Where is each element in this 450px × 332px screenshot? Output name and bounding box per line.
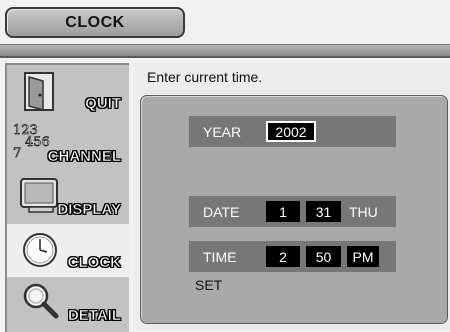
sidebar-menu: QUIT 123 456 7 CHANNEL DISPLAY CLOCK DET… [5, 63, 129, 332]
sidebar-item-channel[interactable]: 123 456 7 CHANNEL [7, 118, 129, 171]
year-row: YEAR 2002 [189, 116, 396, 147]
sidebar-item-display[interactable]: DISPLAY [7, 171, 129, 224]
clock-icon [23, 233, 57, 267]
sidebar-item-clock[interactable]: CLOCK [7, 224, 129, 277]
svg-text:456: 456 [25, 135, 50, 150]
sidebar-item-quit[interactable]: QUIT [7, 65, 129, 118]
sidebar-item-detail[interactable]: DETAIL [7, 277, 129, 330]
year-label: YEAR [203, 123, 242, 140]
weekday-text: THU [349, 203, 378, 220]
header-divider [0, 44, 450, 58]
magnifier-icon [23, 283, 59, 319]
sidebar-item-label: DETAIL [67, 307, 122, 325]
set-button[interactable]: SET [195, 277, 222, 293]
door-icon [24, 72, 54, 111]
minute-field[interactable]: 50 [306, 246, 341, 267]
main-content: Enter current time. YEAR 2002 DATE 1 31 … [135, 63, 450, 330]
sidebar-item-label: DISPLAY [57, 201, 121, 219]
sidebar-item-label: CHANNEL [47, 148, 121, 166]
clock-title-tab: CLOCK [5, 7, 185, 38]
hour-field[interactable]: 2 [266, 246, 300, 267]
time-row: TIME 2 50 PM [189, 241, 396, 272]
date-label: DATE [203, 203, 240, 220]
time-label: TIME [203, 248, 237, 265]
instruction-text: Enter current time. [147, 69, 263, 85]
svg-text:7: 7 [13, 146, 21, 159]
date-row: DATE 1 31 THU [189, 196, 396, 227]
sidebar-item-label: CLOCK [67, 254, 121, 272]
month-field[interactable]: 1 [266, 201, 300, 222]
sidebar-item-label: QUIT [85, 95, 121, 113]
day-field[interactable]: 31 [306, 201, 341, 222]
clock-settings-panel: YEAR 2002 DATE 1 31 THU TIME 2 50 PM SET [140, 95, 448, 324]
ampm-field[interactable]: PM [347, 246, 379, 267]
page-title: CLOCK [65, 13, 125, 31]
year-field[interactable]: 2002 [266, 121, 316, 142]
